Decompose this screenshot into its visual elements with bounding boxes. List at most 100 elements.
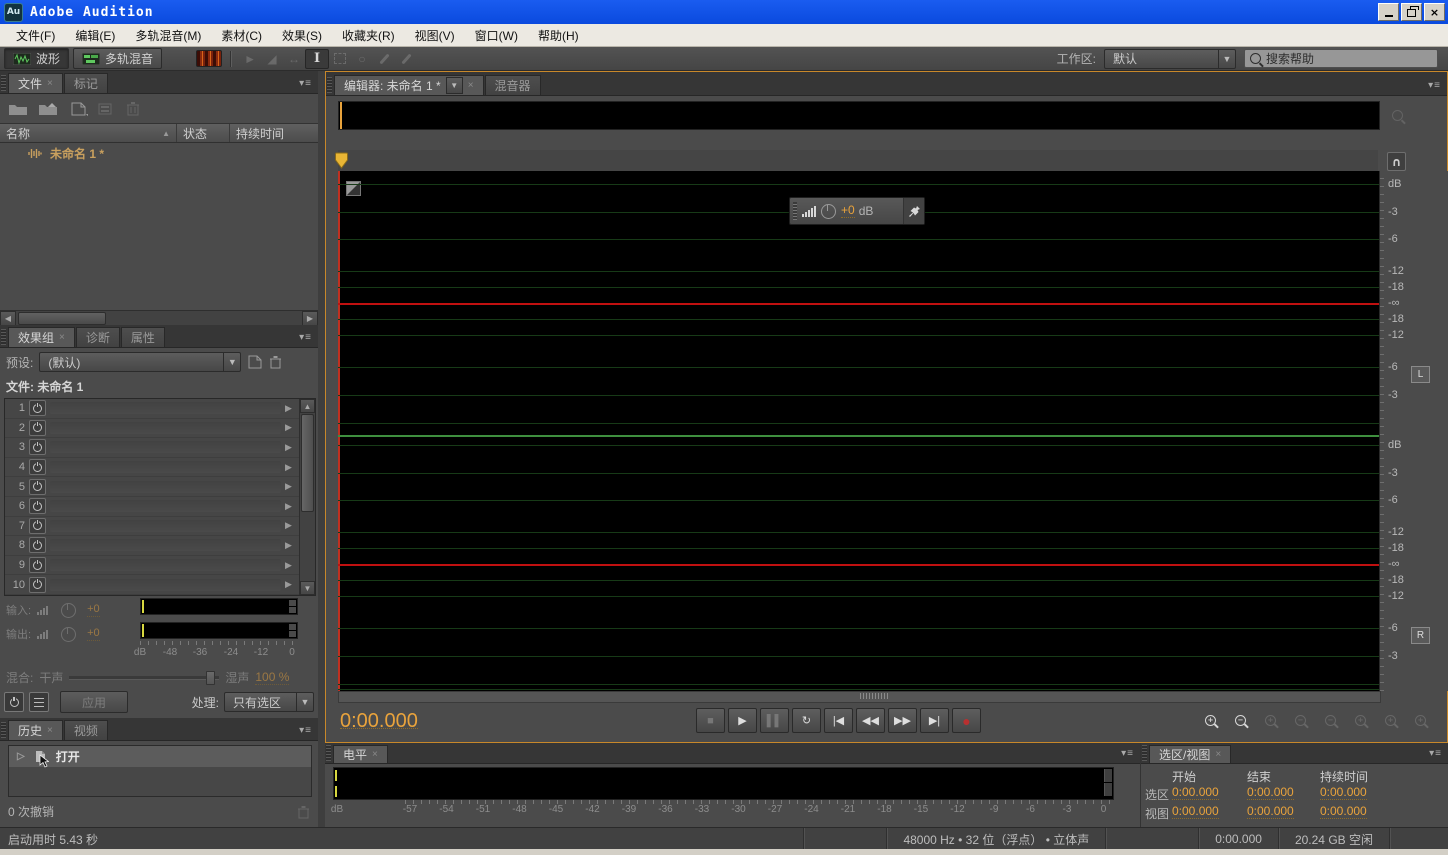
delete-preset-icon[interactable] (269, 355, 282, 369)
scrollbar-thumb[interactable] (18, 312, 106, 325)
effect-slot[interactable] (50, 500, 281, 512)
zoom-in-amplitude-button[interactable]: + (1198, 710, 1223, 730)
rack-scrollbar[interactable]: ▲ ▼ (299, 399, 315, 595)
snap-magnet-button[interactable]: ∩ (1387, 152, 1406, 171)
menu-item-4[interactable]: 效果(S) (272, 24, 332, 47)
trash-icon[interactable] (297, 805, 310, 819)
zoom-full-button[interactable]: − (1318, 710, 1343, 730)
rack-list-button[interactable] (29, 692, 49, 712)
healing-brush-tool-button[interactable] (395, 50, 417, 68)
scroll-down-icon[interactable]: ▼ (300, 581, 315, 595)
effect-slot[interactable] (50, 539, 281, 551)
panel-grip[interactable] (1142, 745, 1147, 761)
panel-grip[interactable] (1, 329, 6, 345)
insert-into-multitrack-icon[interactable] (98, 102, 116, 116)
scrollbar-thumb[interactable] (301, 414, 314, 512)
razor-tool-button[interactable]: ◢ (261, 50, 283, 68)
history-item-open[interactable]: ▷ 打开 (9, 746, 311, 767)
effect-slot[interactable] (50, 422, 281, 434)
menu-item-7[interactable]: 窗口(W) (465, 24, 528, 47)
menu-item-0[interactable]: 文件(F) (6, 24, 65, 47)
tab-close-icon[interactable]: × (468, 80, 474, 91)
new-preset-icon[interactable] (247, 355, 263, 369)
tab-close-icon[interactable]: × (47, 78, 53, 89)
vertical-splitter[interactable] (318, 71, 325, 827)
scroll-up-icon[interactable]: ▲ (300, 399, 315, 413)
tab-close-icon[interactable]: × (47, 725, 53, 736)
column-header-name[interactable]: 名称 ▲ (0, 124, 177, 142)
effects-rack-slot[interactable]: 2▶ (5, 419, 299, 439)
effect-power-button[interactable] (29, 498, 46, 514)
effect-slot[interactable] (50, 441, 281, 453)
effect-slot[interactable] (50, 461, 281, 473)
tab-diagnostics[interactable]: 诊断 (76, 327, 120, 347)
selection-value[interactable]: 0:00.000 (1320, 786, 1367, 800)
files-horizontal-scrollbar[interactable]: ◀ ▶ (0, 310, 318, 325)
paintbrush-tool-button[interactable] (373, 50, 395, 68)
preset-dropdown[interactable]: (默认) ▼ (39, 352, 241, 372)
skip-to-end-button[interactable]: ▶| (920, 708, 949, 733)
right-channel-badge[interactable]: R (1411, 627, 1430, 644)
scrollbar-thumb[interactable] (860, 693, 888, 699)
selection-value[interactable]: 0:00.000 (1247, 786, 1294, 800)
effect-menu-arrow[interactable]: ▶ (285, 442, 297, 453)
effect-power-button[interactable] (29, 439, 46, 455)
hud-gain-value[interactable]: +0 (841, 204, 855, 218)
time-display[interactable]: 0:00.000 (340, 715, 418, 729)
panel-menu-icon[interactable]: ▾≡ (299, 332, 312, 343)
tab-properties[interactable]: 属性 (121, 327, 165, 347)
skip-to-start-button[interactable]: |◀ (824, 708, 853, 733)
effect-power-button[interactable] (29, 537, 46, 553)
input-gain-knob[interactable] (61, 603, 76, 618)
effect-power-button[interactable] (29, 420, 46, 436)
zoom-selection-right-button[interactable]: + (1378, 710, 1403, 730)
mix-slider[interactable] (69, 676, 219, 680)
tab-selection-view[interactable]: 选区/视图× (1149, 745, 1231, 763)
tab-files[interactable]: 文件× (8, 73, 63, 93)
hud-gain-knob[interactable] (821, 204, 836, 219)
effects-rack-slot[interactable]: 9▶ (5, 556, 299, 576)
menu-item-5[interactable]: 收藏夹(R) (332, 24, 405, 47)
play-button[interactable]: ▶ (728, 708, 757, 733)
apply-button[interactable]: 应用 (60, 691, 128, 713)
overview-playhead[interactable] (340, 102, 342, 129)
file-list-item[interactable]: 未命名 1 * (0, 143, 318, 163)
effects-rack-slot[interactable]: 5▶ (5, 477, 299, 497)
effect-slot[interactable] (50, 481, 281, 493)
tab-editor[interactable]: 编辑器: 未命名 1 * ▼ × (334, 75, 484, 95)
panel-grip[interactable] (1, 75, 6, 91)
effects-rack-slot[interactable]: 8▶ (5, 536, 299, 556)
effect-slot[interactable] (50, 520, 281, 532)
timeline-ruler[interactable] (338, 150, 1378, 172)
left-channel-badge[interactable]: L (1411, 366, 1430, 383)
panel-menu-icon[interactable]: ▾≡ (1121, 748, 1134, 759)
record-button[interactable]: ● (952, 708, 981, 733)
mix-slider-handle[interactable] (206, 671, 215, 685)
effects-rack-slot[interactable]: 6▶ (5, 497, 299, 517)
selection-value[interactable]: 0:00.000 (1320, 805, 1367, 819)
menu-item-6[interactable]: 视图(V) (405, 24, 465, 47)
panel-grip[interactable] (1, 722, 6, 738)
selection-value[interactable]: 0:00.000 (1247, 805, 1294, 819)
effect-menu-arrow[interactable]: ▶ (285, 560, 297, 571)
effect-power-button[interactable] (29, 557, 46, 573)
output-gain-knob[interactable] (61, 627, 76, 642)
help-search-input[interactable]: 搜索帮助 (1244, 49, 1438, 68)
menu-item-2[interactable]: 多轨混音(M) (125, 24, 211, 47)
zoom-selection-left-button[interactable]: + (1348, 710, 1373, 730)
stop-button[interactable]: ■ (696, 708, 725, 733)
menu-item-1[interactable]: 编辑(E) (65, 24, 125, 47)
zoom-out-amplitude-button[interactable]: − (1228, 710, 1253, 730)
effect-menu-arrow[interactable]: ▶ (285, 481, 297, 492)
amplitude-scale[interactable]: L R dB-3-6-12-18-∞-18-12-6-3dB-3-6-12-18… (1379, 171, 1448, 691)
playhead-pin-icon[interactable] (335, 152, 348, 170)
selection-value[interactable]: 0:00.000 (1172, 805, 1219, 819)
scroll-right-icon[interactable]: ▶ (302, 311, 318, 326)
panel-grip[interactable] (327, 77, 332, 93)
tab-close-icon[interactable]: × (372, 749, 378, 760)
effects-rack-slot[interactable]: 3▶ (5, 438, 299, 458)
rack-power-button[interactable] (4, 692, 24, 712)
tab-levels[interactable]: 电平× (333, 745, 388, 763)
effect-menu-arrow[interactable]: ▶ (285, 540, 297, 551)
waveform-view-button[interactable]: 波形 (4, 48, 69, 69)
